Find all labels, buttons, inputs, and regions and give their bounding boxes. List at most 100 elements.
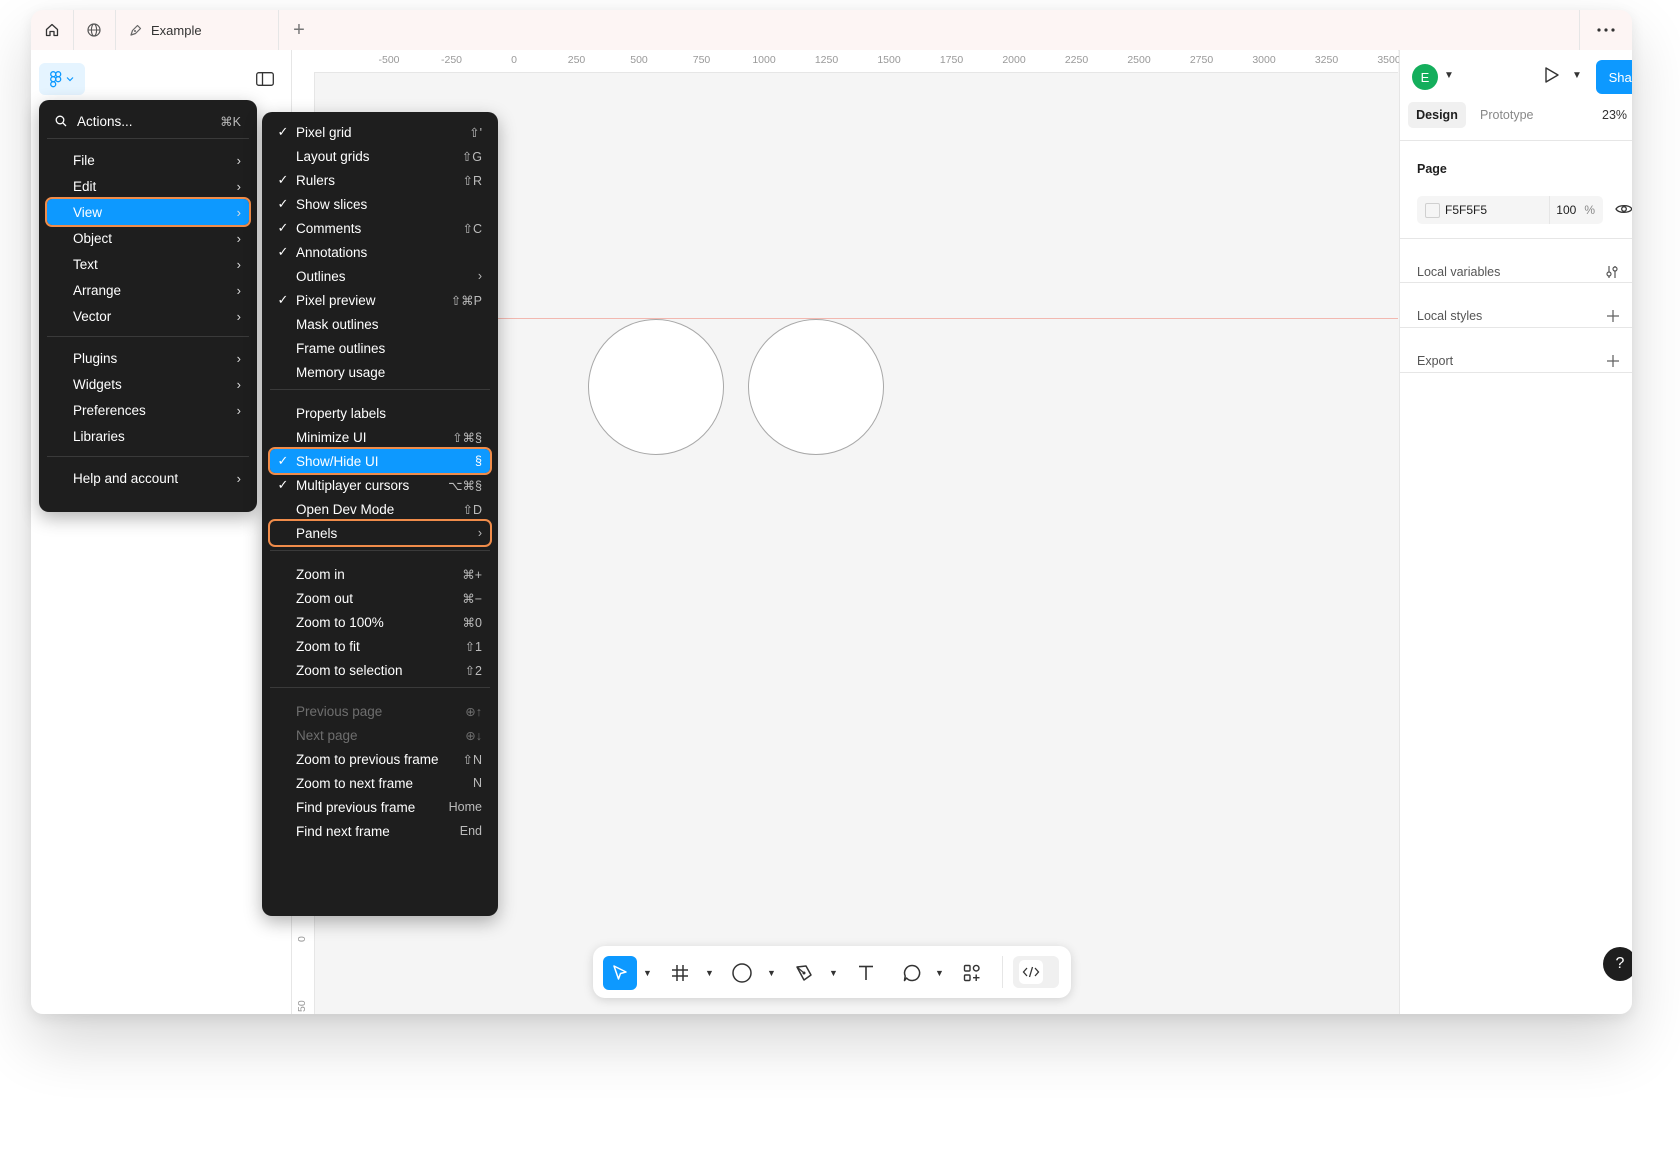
- view-menu-item-panels[interactable]: Panels ›: [268, 519, 492, 547]
- plus-icon[interactable]: [1606, 309, 1620, 323]
- view-menu-item-pixel-preview[interactable]: ✓ Pixel preview ⇧⌘P: [270, 288, 490, 312]
- view-menu-item-find-previous-frame[interactable]: Find previous frame Home: [270, 795, 490, 819]
- view-menu-item-zoom-to-100-[interactable]: Zoom to 100% ⌘0: [270, 610, 490, 634]
- ruler-tick-label: 1750: [939, 54, 964, 66]
- view-menu-item-mask-outlines[interactable]: Mask outlines: [270, 312, 490, 336]
- home-button[interactable]: [31, 10, 74, 50]
- main-menu-item-libraries[interactable]: Libraries: [47, 423, 249, 449]
- view-menu-item-show-slices[interactable]: ✓ Show slices: [270, 192, 490, 216]
- view-menu-item-comments[interactable]: ✓ Comments ⇧C: [270, 216, 490, 240]
- menu-item-label: Memory usage: [296, 364, 386, 380]
- main-menu-item-vector[interactable]: Vector ›: [47, 303, 249, 329]
- view-menu-item-rulers[interactable]: ✓ Rulers ⇧R: [270, 168, 490, 192]
- design-file-icon: [130, 24, 142, 36]
- comment-tool[interactable]: [895, 956, 929, 990]
- view-menu-item-multiplayer-cursors[interactable]: ✓ Multiplayer cursors ⌥⌘§: [270, 473, 490, 497]
- chevron-down-icon[interactable]: ▼: [1572, 70, 1582, 81]
- view-menu-item-find-next-frame[interactable]: Find next frame End: [270, 819, 490, 843]
- shape-tool[interactable]: [725, 956, 759, 990]
- ellipse-shape[interactable]: [588, 319, 724, 455]
- tab-prototype[interactable]: Prototype: [1480, 102, 1534, 128]
- chevron-down-icon[interactable]: ▼: [829, 968, 838, 978]
- view-menu-item-zoom-to-next-frame[interactable]: Zoom to next frame N: [270, 771, 490, 795]
- right-panel: E ▼ ▼ Share Design Prototype 23% ▼ Page …: [1399, 50, 1632, 1014]
- zoom-level[interactable]: 23%: [1602, 102, 1627, 128]
- main-menu-item-edit[interactable]: Edit ›: [47, 173, 249, 199]
- main-menu-item-text[interactable]: Text ›: [47, 251, 249, 277]
- chevron-down-icon[interactable]: ▼: [767, 968, 776, 978]
- chevron-right-icon: ›: [236, 178, 241, 194]
- comment-bubble-icon: [903, 964, 921, 982]
- checkmark-icon: ✓: [277, 172, 289, 187]
- avatar[interactable]: E: [1412, 64, 1438, 90]
- menu-item-shortcut: N: [472, 776, 482, 790]
- main-menu-button[interactable]: [39, 63, 85, 95]
- view-menu-item-show-hide-ui[interactable]: ✓ Show/Hide UI §: [268, 447, 492, 475]
- view-menu-item-zoom-out[interactable]: Zoom out ⌘−: [270, 586, 490, 610]
- menu-item-shortcut: Home: [448, 800, 482, 814]
- checkmark-icon: ✓: [277, 196, 289, 211]
- view-menu-item-zoom-to-selection[interactable]: Zoom to selection ⇧2: [270, 658, 490, 682]
- menu-item-label: Pixel grid: [296, 124, 352, 140]
- plus-icon[interactable]: [1606, 354, 1620, 368]
- opacity-value[interactable]: 100: [1556, 203, 1576, 217]
- chevron-down-icon[interactable]: ▼: [643, 968, 652, 978]
- chevron-down-icon[interactable]: ▼: [935, 968, 944, 978]
- menu-item-label: Zoom out: [296, 590, 354, 606]
- view-menu-item-property-labels[interactable]: Property labels: [270, 401, 490, 425]
- main-menu-item-help-and-account[interactable]: Help and account ›: [47, 465, 249, 491]
- tab-design[interactable]: Design: [1408, 102, 1466, 128]
- local-variables-row[interactable]: Local variables: [1417, 260, 1620, 284]
- view-menu-item-zoom-to-previous-frame[interactable]: Zoom to previous frame ⇧N: [270, 747, 490, 771]
- actions-search[interactable]: Actions... ⌘K: [47, 110, 249, 132]
- pen-tool[interactable]: [787, 956, 821, 990]
- visibility-toggle[interactable]: [1615, 202, 1632, 221]
- help-button[interactable]: ?: [1603, 947, 1632, 981]
- menu-item-shortcut: ⊕↑: [465, 704, 482, 719]
- text-tool[interactable]: [849, 956, 883, 990]
- main-menu-item-object[interactable]: Object ›: [47, 225, 249, 251]
- main-menu-item-arrange[interactable]: Arrange ›: [47, 277, 249, 303]
- view-menu-item-open-dev-mode[interactable]: Open Dev Mode ⇧D: [270, 497, 490, 521]
- more-options-button[interactable]: [1579, 10, 1632, 50]
- opacity-field[interactable]: 100 %: [1549, 196, 1603, 224]
- view-menu-item-layout-grids[interactable]: Layout grids ⇧G: [270, 144, 490, 168]
- dev-mode-toggle[interactable]: [1013, 956, 1059, 988]
- menu-item-shortcut: ⇧⌘§: [452, 430, 482, 445]
- view-menu-item-memory-usage[interactable]: Memory usage: [270, 360, 490, 384]
- toggle-sidebar-button[interactable]: [256, 72, 274, 91]
- community-button[interactable]: [73, 10, 116, 50]
- new-tab-button[interactable]: +: [279, 10, 319, 50]
- view-menu-item-pixel-grid[interactable]: ✓ Pixel grid ⇧': [270, 120, 490, 144]
- view-menu-item-annotations[interactable]: ✓ Annotations: [270, 240, 490, 264]
- share-button[interactable]: Share: [1596, 60, 1632, 94]
- ruler-tick-label: 0: [296, 936, 308, 942]
- view-menu-item-outlines[interactable]: Outlines ›: [270, 264, 490, 288]
- main-menu-item-file[interactable]: File ›: [47, 147, 249, 173]
- view-menu-item-frame-outlines[interactable]: Frame outlines: [270, 336, 490, 360]
- chevron-down-icon[interactable]: ▼: [705, 968, 714, 978]
- main-menu-item-view[interactable]: View ›: [45, 197, 251, 227]
- export-row[interactable]: Export: [1417, 349, 1620, 373]
- local-styles-row[interactable]: Local styles: [1417, 304, 1620, 328]
- view-menu-item-minimize-ui[interactable]: Minimize UI ⇧⌘§: [270, 425, 490, 449]
- frame-tool[interactable]: [663, 956, 697, 990]
- main-menu-item-preferences[interactable]: Preferences ›: [47, 397, 249, 423]
- local-styles-label: Local styles: [1417, 309, 1483, 323]
- variables-icon[interactable]: [1604, 264, 1620, 280]
- move-tool[interactable]: [603, 956, 637, 990]
- chevron-down-icon[interactable]: ▼: [1444, 70, 1454, 81]
- ellipse-shape[interactable]: [748, 319, 884, 455]
- main-menu-item-plugins[interactable]: Plugins ›: [47, 345, 249, 371]
- present-button[interactable]: [1544, 66, 1560, 89]
- chevron-right-icon: ›: [236, 204, 241, 220]
- color-swatch[interactable]: [1425, 203, 1440, 218]
- main-menu-item-widgets[interactable]: Widgets ›: [47, 371, 249, 397]
- actions-tool[interactable]: [955, 956, 989, 990]
- menu-item-label: Object: [73, 230, 113, 246]
- file-tab[interactable]: Example: [115, 10, 279, 50]
- page-color-field[interactable]: F5F5F5 100 %: [1417, 196, 1603, 224]
- color-hex-value[interactable]: F5F5F5: [1445, 203, 1487, 217]
- view-menu-item-zoom-in[interactable]: Zoom in ⌘+: [270, 562, 490, 586]
- view-menu-item-zoom-to-fit[interactable]: Zoom to fit ⇧1: [270, 634, 490, 658]
